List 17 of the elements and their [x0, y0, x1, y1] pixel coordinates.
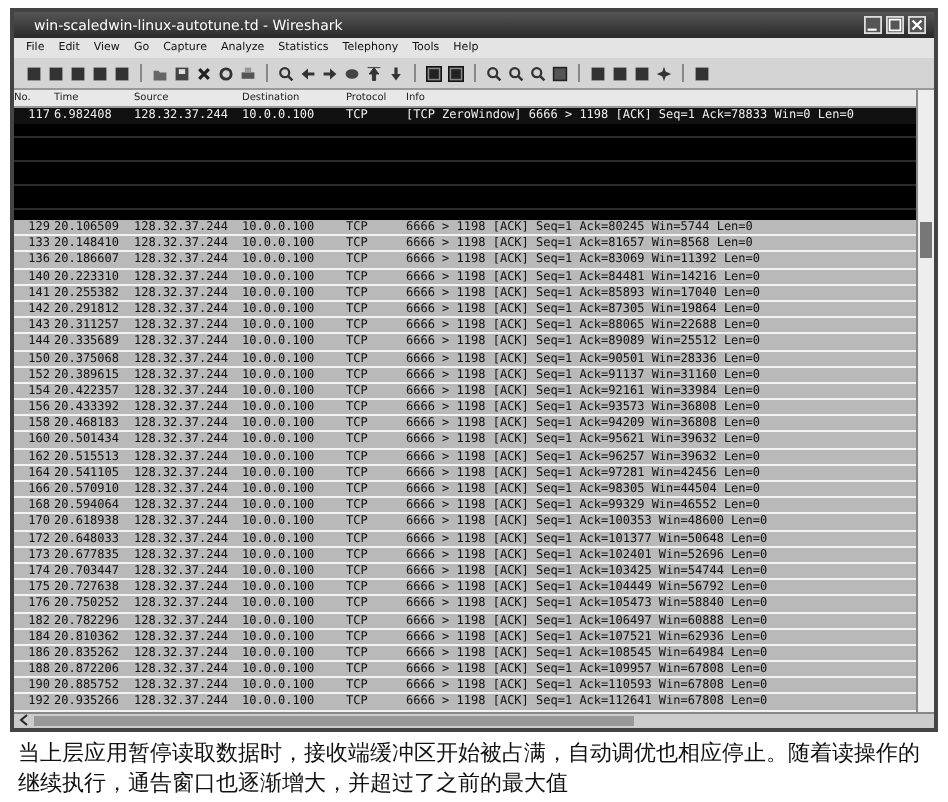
caption: 当上层应用暂停读取数据时，接收端缓冲区开始被占满，自动调优也相应停止。随着读操作的继续执行，通告窗口也逐渐增大，并超过了之前的最大值	[18, 737, 922, 798]
close-icon[interactable]	[196, 65, 212, 81]
left-arrow-icon[interactable]	[300, 65, 316, 81]
scroll-thumb[interactable]	[34, 715, 634, 726]
down-arrow-icon[interactable]	[388, 65, 404, 81]
zoom-icon[interactable]	[530, 65, 546, 81]
print-icon[interactable]	[240, 65, 256, 81]
maximize-icon[interactable]	[886, 16, 904, 34]
folder-icon[interactable]	[152, 65, 168, 81]
search-icon[interactable]	[278, 65, 294, 81]
right-arrow-icon[interactable]	[322, 65, 338, 81]
save-icon[interactable]	[174, 65, 190, 81]
up-arrow-icon[interactable]	[366, 65, 382, 81]
vertical-scrollbar[interactable]	[916, 90, 934, 712]
minimize-icon[interactable]	[864, 16, 882, 34]
scroll-thumb[interactable]	[920, 222, 932, 258]
gear-icon[interactable]	[656, 65, 672, 81]
